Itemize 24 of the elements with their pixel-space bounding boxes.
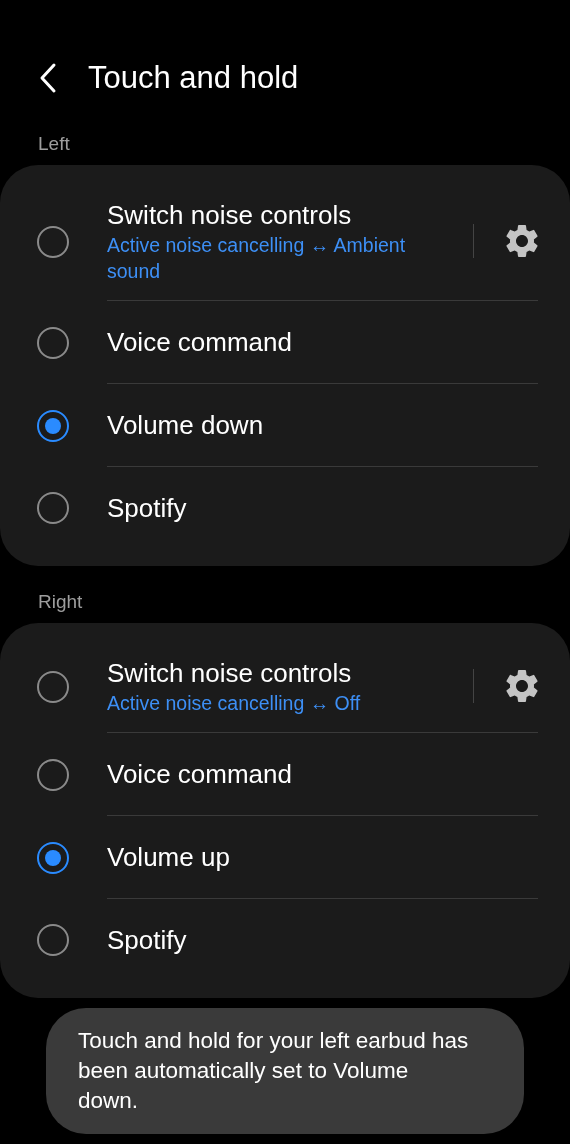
option-label[interactable]: Voice command	[107, 757, 538, 791]
option-label[interactable]: Spotify	[107, 491, 538, 525]
screen-title: Touch and hold	[88, 60, 299, 96]
option-label[interactable]: Volume down	[107, 408, 538, 442]
radio-button[interactable]	[37, 924, 69, 956]
option-label[interactable]: Spotify	[107, 923, 538, 957]
radio-button[interactable]	[37, 326, 69, 359]
toast-message: Touch and hold for your left earbud has been automatically set to Volume down.	[46, 1008, 524, 1134]
radio-button[interactable]	[37, 225, 69, 258]
section-label: Left	[38, 133, 71, 155]
radio-button[interactable]	[37, 670, 69, 703]
option-description: Active noise cancelling ↔ Off	[107, 691, 362, 716]
option-label[interactable]: Switch noise controls	[107, 656, 473, 690]
radio-button[interactable]	[37, 841, 69, 874]
option-label[interactable]: Volume up	[107, 840, 538, 874]
option-label[interactable]: Switch noise controls	[107, 198, 473, 232]
section-label: Right	[38, 591, 84, 613]
radio-button[interactable]	[37, 758, 69, 791]
back-icon	[38, 62, 58, 94]
back-button[interactable]	[38, 62, 58, 94]
option-label[interactable]: Voice command	[107, 325, 538, 359]
radio-button[interactable]	[37, 409, 69, 442]
radio-button[interactable]	[37, 492, 69, 524]
option-description: Active noise cancelling ↔ Ambient sound	[107, 233, 407, 284]
